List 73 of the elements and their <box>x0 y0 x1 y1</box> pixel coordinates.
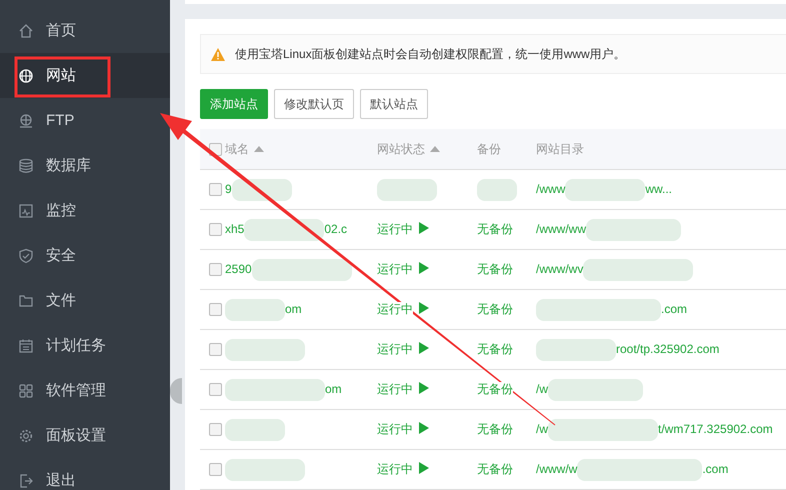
sidebar-item[interactable]: 面板设置 <box>0 413 170 458</box>
sidebar-item[interactable]: 安全 <box>0 233 170 278</box>
status-text: 运行中 <box>377 422 413 436</box>
sidebar-item[interactable]: 数据库 <box>0 143 170 188</box>
status-text: 运行中 <box>377 262 413 276</box>
directory-text: /www/ww <box>536 222 586 236</box>
status-text: 运行中 <box>377 302 413 316</box>
folder-icon <box>18 292 34 308</box>
domain-text: 2590 <box>225 262 252 276</box>
database-icon <box>18 158 34 174</box>
status-text: 运行中 <box>377 342 413 356</box>
backup-text: 无备份 <box>477 262 513 276</box>
logout-icon <box>18 472 34 488</box>
domain-text: xh5 <box>225 222 244 236</box>
globe-icon <box>18 68 34 84</box>
sort-icon <box>254 146 264 152</box>
checkbox[interactable] <box>209 183 222 196</box>
sidebar-item[interactable]: 退出 <box>0 458 170 490</box>
calendar-icon <box>18 338 34 354</box>
checkbox[interactable] <box>209 223 222 236</box>
action-button[interactable]: 修改默认页 <box>274 89 354 119</box>
chart-icon <box>18 202 34 218</box>
play-icon <box>419 422 429 434</box>
checkbox[interactable] <box>209 463 222 476</box>
backup-text: 无备份 <box>477 382 513 396</box>
warning-icon <box>211 48 225 60</box>
domain-text: 9 <box>225 182 232 196</box>
notice-text: 使用宝塔Linux面板创建站点时会自动创建权限配置，统一使用www用户。 <box>235 46 626 62</box>
checkbox[interactable] <box>209 423 222 436</box>
sidebar-item[interactable]: FTP <box>0 98 170 143</box>
directory-text: root/tp.325902.com <box>616 342 720 356</box>
checkbox[interactable] <box>209 303 222 316</box>
shield-icon <box>18 248 34 264</box>
sidebar-item[interactable]: 监控 <box>0 188 170 233</box>
blurred-patch <box>477 178 517 200</box>
play-icon <box>419 302 429 314</box>
backup-text: 无备份 <box>477 222 513 236</box>
sidebar-item[interactable]: 计划任务 <box>0 323 170 368</box>
checkbox[interactable] <box>209 343 222 356</box>
directory-text: t/wm717.325902.com <box>658 422 773 436</box>
blurred-patch <box>225 298 285 320</box>
home-icon <box>18 22 34 38</box>
domain-text: 02.c <box>324 222 348 236</box>
backup-text: 无备份 <box>477 342 513 356</box>
globe-network-icon <box>18 112 34 128</box>
settings-icon <box>18 428 34 444</box>
sidebar-item[interactable]: 软件管理 <box>0 368 170 413</box>
status-text: 运行中 <box>377 222 413 236</box>
directory-text: /www/wv <box>536 262 584 276</box>
grid-icon <box>18 382 34 398</box>
backup-text: 无备份 <box>477 302 513 316</box>
status-text: 运行中 <box>377 462 413 476</box>
play-icon <box>419 342 429 354</box>
sort-icon <box>430 146 440 152</box>
sidebar-item[interactable]: 文件 <box>0 278 170 323</box>
blurred-patch <box>225 418 285 440</box>
checkbox[interactable] <box>209 383 222 396</box>
play-icon <box>419 222 429 234</box>
directory-text: /www <box>536 182 566 196</box>
status-text: 运行中 <box>377 382 413 396</box>
action-button[interactable]: 默认站点 <box>360 89 428 119</box>
play-icon <box>419 262 429 274</box>
sidebar-item[interactable]: 网站 <box>0 53 170 98</box>
backup-text: 无备份 <box>477 462 513 476</box>
directory-text: /w <box>536 382 548 396</box>
blurred-patch <box>377 178 437 200</box>
play-icon <box>419 382 429 394</box>
directory-text: /w <box>536 422 548 436</box>
checkbox[interactable] <box>209 263 222 276</box>
directory-text: /www/w <box>536 462 578 476</box>
play-icon <box>419 462 429 474</box>
sidebar-item[interactable]: 首页 <box>0 8 170 53</box>
backup-text: 无备份 <box>477 422 513 436</box>
